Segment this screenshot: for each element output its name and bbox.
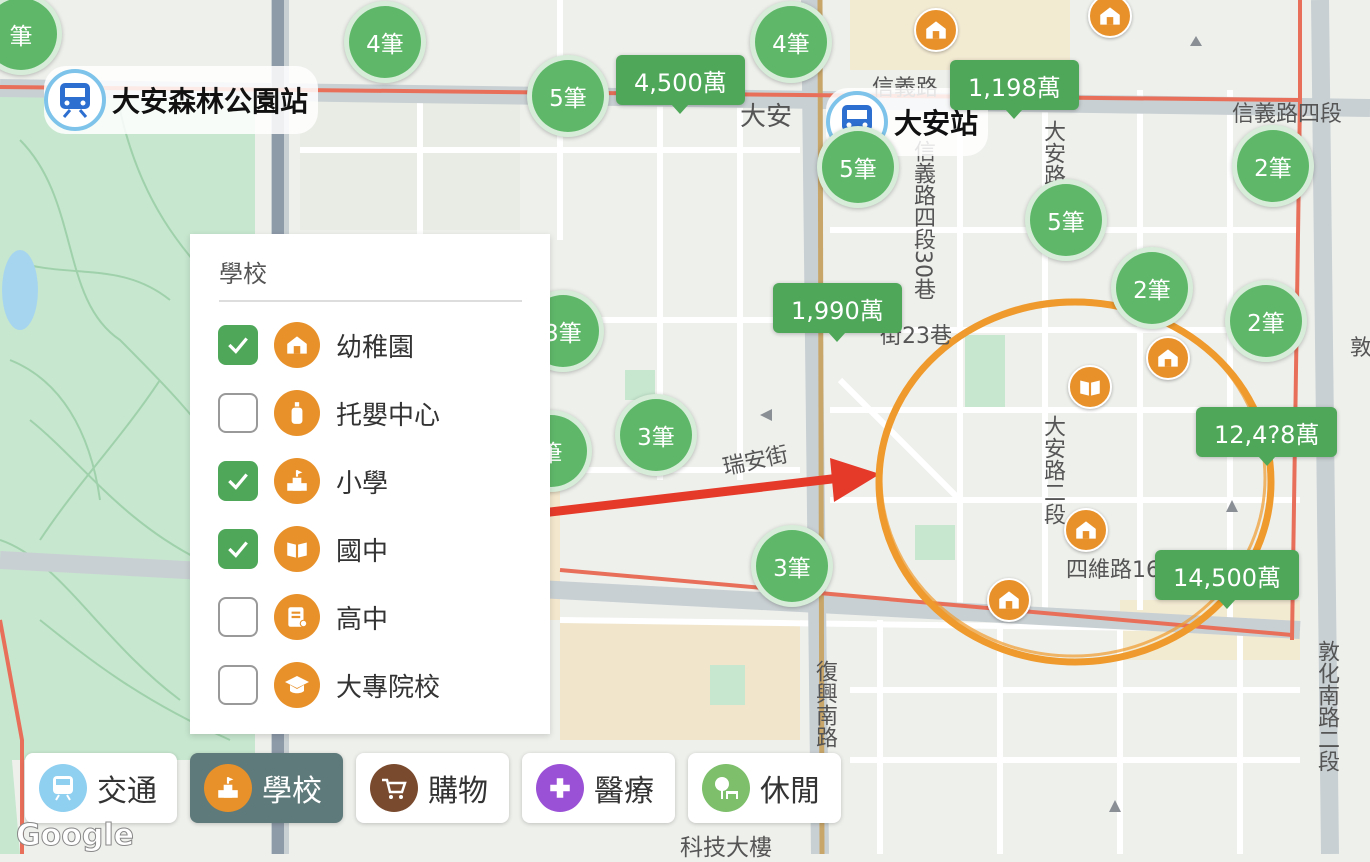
nursery-checkbox[interactable]: [218, 393, 258, 433]
station-name: 大安森林公園站: [112, 85, 309, 118]
kindergarten-icon: [1076, 521, 1096, 539]
medical-cross-icon: [536, 764, 584, 812]
tab-shopping[interactable]: 購物: [356, 753, 509, 823]
kindergarten-marker[interactable]: [1064, 508, 1108, 552]
elementary-school-icon: [274, 458, 320, 504]
street-label-daan-road-2: 大安路二段: [1040, 415, 1065, 525]
listing-cluster[interactable]: 4筆: [344, 1, 426, 83]
listing-cluster[interactable]: 4筆: [750, 1, 832, 83]
price-tag[interactable]: 12,4?8萬: [1196, 407, 1338, 466]
street-label-daan-road: 大安路: [1040, 120, 1065, 186]
cart-icon: [370, 764, 418, 812]
kindergarten-icon: [274, 322, 320, 368]
kindergarten-icon: [926, 21, 946, 39]
listing-cluster[interactable]: 5筆: [1025, 179, 1107, 261]
street-label-dun: 敦: [1350, 336, 1370, 361]
panel-divider: [219, 300, 522, 302]
filter-option-junior-high[interactable]: 國中: [218, 525, 388, 573]
high-school-checkbox[interactable]: [218, 597, 258, 637]
junior-high-checkbox[interactable]: [218, 529, 258, 569]
listing-cluster[interactable]: 3筆: [751, 525, 833, 607]
price-tag[interactable]: 1,198萬: [950, 60, 1079, 119]
street-label-keji: 科技大樓: [680, 835, 772, 861]
tab-label: 交通: [97, 774, 157, 809]
book-icon: [1080, 380, 1100, 396]
graduation-cap-icon: [274, 662, 320, 708]
school-filter-panel: 學校 幼稚園 托嬰中心 小學 國中 高中 大專院校: [190, 234, 550, 734]
certificate-icon: [274, 594, 320, 640]
elementary-checkbox[interactable]: [218, 461, 258, 501]
listing-cluster[interactable]: 2筆: [1232, 125, 1314, 207]
filter-option-kindergarten[interactable]: 幼稚園: [218, 321, 414, 369]
tab-school[interactable]: 學校: [190, 753, 343, 823]
kindergarten-marker[interactable]: [1146, 336, 1190, 380]
kindergarten-marker[interactable]: [987, 578, 1031, 622]
book-icon: [274, 526, 320, 572]
tab-medical[interactable]: 醫療: [522, 753, 675, 823]
junior-high-marker[interactable]: [1068, 365, 1112, 409]
nursery-bottle-icon: [274, 390, 320, 436]
kindergarten-checkbox[interactable]: [218, 325, 258, 365]
option-label: 高中: [336, 604, 389, 635]
school-icon: [204, 764, 252, 812]
tab-leisure[interactable]: 休閒: [688, 753, 841, 823]
listing-cluster[interactable]: 5筆: [817, 126, 899, 208]
option-label: 國中: [336, 536, 389, 567]
google-logo: Google: [16, 818, 135, 854]
option-label: 小學: [336, 468, 389, 499]
price-tag[interactable]: 1,990萬: [773, 283, 902, 342]
listing-cluster[interactable]: 2筆: [1111, 247, 1193, 329]
metro-icon: [44, 69, 106, 131]
kindergarten-icon: [1158, 349, 1178, 367]
street-label-xinyi-lane: 信義路四段30巷: [910, 140, 935, 300]
filter-option-elementary[interactable]: 小學: [218, 457, 388, 505]
street-label-daan: 大安: [740, 102, 793, 132]
panel-title: 學校: [219, 260, 267, 288]
street-label-xinyi-4: 信義路四段: [1232, 102, 1343, 127]
street-label-fuxing: 復興南路: [812, 660, 837, 748]
listing-cluster[interactable]: 5筆: [527, 55, 609, 137]
option-label: 幼稚園: [336, 332, 415, 363]
option-label: 托嬰中心: [336, 400, 441, 431]
tab-label: 休閒: [760, 774, 820, 809]
filter-option-nursery[interactable]: 托嬰中心: [218, 389, 440, 437]
kindergarten-icon: [999, 591, 1019, 609]
filter-option-university[interactable]: 大專院校: [218, 661, 440, 709]
listing-cluster[interactable]: 3筆: [615, 394, 697, 476]
kindergarten-icon: [1100, 7, 1120, 25]
street-label-dunhua: 敦化南路二段: [1314, 640, 1339, 772]
tree-bench-icon: [702, 764, 750, 812]
price-tag[interactable]: 14,500萬: [1155, 550, 1299, 609]
station-daan-park[interactable]: 大安森林公園站: [44, 66, 319, 134]
tab-label: 購物: [428, 774, 488, 809]
option-label: 大專院校: [336, 672, 441, 703]
tab-label: 學校: [262, 774, 322, 809]
kindergarten-marker[interactable]: [914, 8, 958, 52]
tab-transit[interactable]: 交通: [25, 753, 177, 823]
filter-option-high-school[interactable]: 高中: [218, 593, 388, 641]
price-tag[interactable]: 4,500萬: [616, 55, 745, 114]
street-label-siwei: 四維路16: [1066, 558, 1160, 583]
university-checkbox[interactable]: [218, 665, 258, 705]
listing-cluster[interactable]: 2筆: [1225, 280, 1307, 362]
tab-label: 醫療: [594, 774, 654, 809]
transit-icon: [39, 764, 87, 812]
